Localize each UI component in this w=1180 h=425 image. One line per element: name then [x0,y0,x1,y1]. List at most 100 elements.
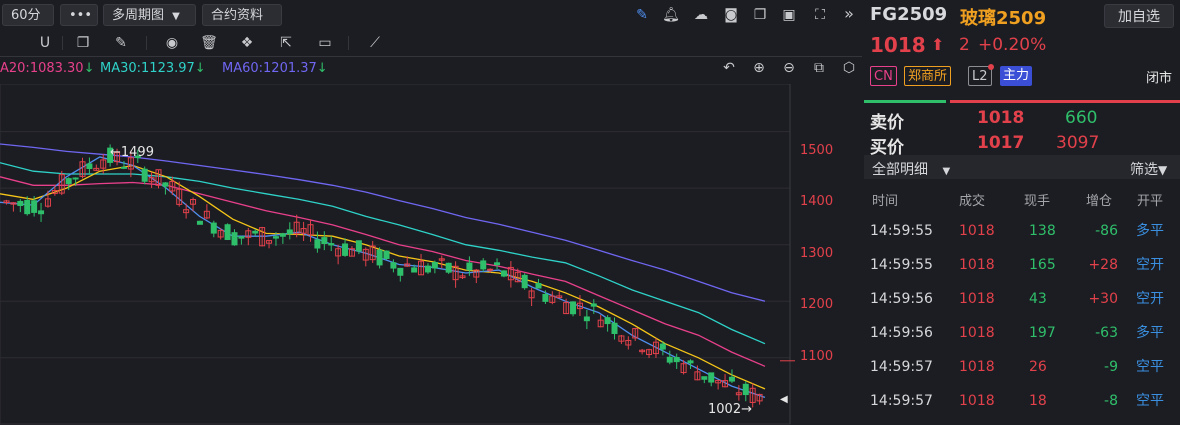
candle-body [141,168,148,182]
zoom-in-icon[interactable]: ⊕ [750,59,768,77]
monitor-icon[interactable]: ▣ [780,6,798,24]
fullscreen-icon[interactable]: ⛶ [811,6,829,24]
candle-body [673,356,680,363]
candle-body [583,316,590,322]
candle-body [466,262,473,271]
tick-row[interactable]: 14:59:55 1018 138 -86 多平 [864,214,1180,248]
more-button[interactable]: ••• [60,4,98,26]
pencil-draw-icon[interactable]: ✎ [633,6,651,24]
tick-price: 1018 [959,393,995,409]
copy-window-icon[interactable]: ❐ [751,6,769,24]
candle-body [742,383,749,396]
candle-body [272,236,279,239]
col-header-price: 成交 [959,194,986,209]
tick-time: 14:59:56 [870,291,933,307]
ruler-icon[interactable]: ⟋ [366,34,384,52]
ma-line-ma20 [0,176,766,367]
y-tick-1500: 1500 [800,143,834,158]
export-icon[interactable]: ⇱ [277,34,295,52]
candle-body [162,182,169,187]
ma30-value: MA30:1123.97 [100,61,195,76]
zoom-out-icon[interactable]: ⊖ [780,59,798,77]
tick-time: 14:59:55 [870,223,933,239]
tick-open-close: 空平 [1136,359,1164,375]
toolbar-divider [62,36,63,50]
candle-body [445,262,452,273]
candlestick-chart[interactable] [0,84,862,425]
price-change-pct: +0.20% [978,35,1047,55]
pen-icon[interactable]: ✎ [112,34,130,52]
last-price-marker-icon: ◀ [780,394,788,405]
detail-dropdown[interactable]: 全部明细 ▼ [872,159,950,179]
candle-body [701,376,708,380]
period-selector[interactable]: 60分 [2,4,54,26]
filter-button[interactable]: 筛选▼ [1130,159,1167,179]
multi-period-dropdown[interactable]: 多周期图 ▼ [103,4,196,26]
tick-row[interactable]: 14:59:56 1018 197 -63 多平 [864,316,1180,350]
candle-body [355,240,362,252]
candle-body [570,301,577,315]
tick-row[interactable]: 14:59:57 1018 18 -8 空平 [864,384,1180,418]
tick-open-close: 多平 [1136,325,1164,341]
candle-body [383,250,390,259]
tick-time: 14:59:57 [870,393,933,409]
contract-name: 玻璃2509 [960,8,1047,29]
bell-icon[interactable]: 🔔︎ [662,6,680,24]
tick-volume: 26 [1029,359,1047,375]
magnet-icon[interactable]: Ս [36,34,54,52]
candle-body [286,229,293,235]
chart-settings-icon[interactable]: ⬡ [840,59,858,77]
bid-price: 1017 [977,133,1025,153]
add-watchlist-button[interactable]: 加自选 [1104,4,1174,28]
camera-icon[interactable]: ◙ [722,6,740,24]
tick-oi-change: +28 [1088,257,1118,273]
collapse-right-icon[interactable]: » [840,5,858,23]
tick-row[interactable]: 14:59:56 1018 43 +30 空开 [864,282,1180,316]
candle-body [500,270,507,277]
up-arrow-icon: ⬆ [931,35,945,54]
undo-icon[interactable]: ↶ [720,59,738,77]
candle-body [431,262,438,269]
caret-down-icon: ▼ [942,166,951,177]
shapes-icon[interactable]: ❖ [238,34,256,52]
filter-icon: ▼ [1158,163,1168,177]
candle-body [321,237,328,244]
market-status: 闭市 [1146,71,1173,86]
tick-row[interactable]: 14:59:57 1018 26 -9 空平 [864,350,1180,384]
more-label: ••• [69,8,93,23]
y-tick-1200: 1200 [800,297,834,312]
ma20-value: A20:1083.30 [0,61,84,76]
candle-body [535,282,542,289]
tick-oi-change: +30 [1088,291,1118,307]
tick-volume: 165 [1029,257,1056,273]
candle-body [411,267,418,273]
tick-volume: 43 [1029,291,1047,307]
candle-body [590,303,597,307]
tick-time: 14:59:57 [870,359,933,375]
candle-body [120,166,127,169]
y-tick-1300: 1300 [800,246,834,261]
reset-view-icon[interactable]: ⧉ [810,59,828,77]
candle-body [342,243,349,256]
candle-body [72,177,79,180]
contract-info-button[interactable]: 合约资料 [202,4,282,26]
multi-period-label: 多周期图 [112,8,165,23]
comment-icon[interactable]: ▭ [316,34,334,52]
tick-open-close: 空开 [1136,257,1164,273]
tick-open-close: 空平 [1136,393,1164,409]
down-arrow-icon: ↓ [316,61,328,76]
cloud-icon[interactable]: ☁︎ [692,6,710,24]
candle-body [314,239,321,249]
eye-icon[interactable]: ◉ [163,34,181,52]
copy-icon[interactable]: ❐ [74,34,92,52]
candle-body [687,360,694,364]
toolbar-separator [0,56,862,57]
tick-open-close: 空开 [1136,291,1164,307]
detail-dropdown-label: 全部明细 [872,162,928,178]
y-tick-1400: 1400 [800,194,834,209]
candle-body [231,232,238,246]
trash-icon[interactable]: 🗑︎ [200,34,218,52]
tick-row[interactable]: 14:59:55 1018 165 +28 空开 [864,248,1180,282]
contract-info-label: 合约资料 [211,8,264,23]
ask-price: 1018 [977,108,1025,128]
